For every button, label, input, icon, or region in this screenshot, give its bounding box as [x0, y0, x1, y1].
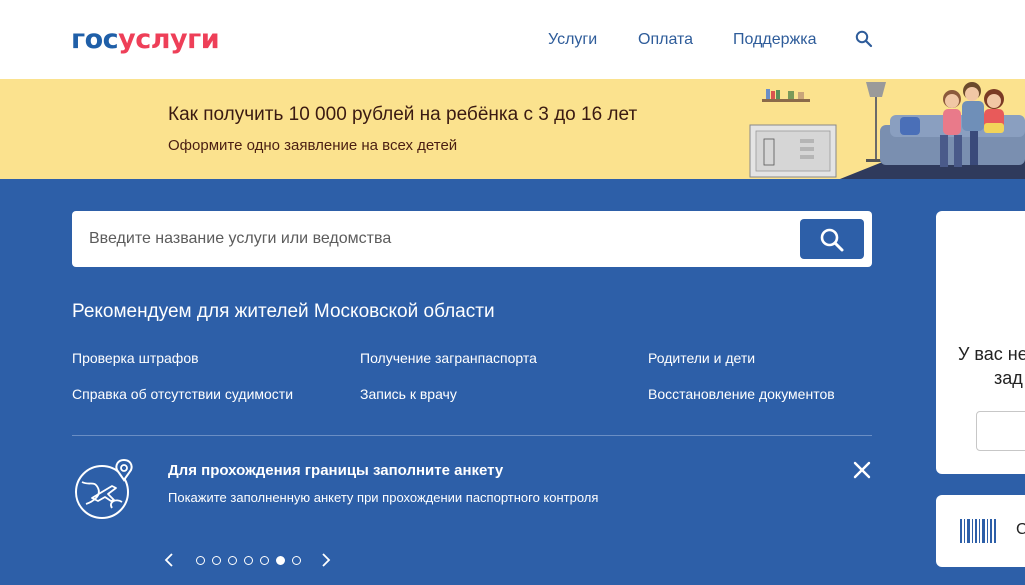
qr-card[interactable]: С [936, 495, 1025, 567]
carousel-dot[interactable] [292, 556, 301, 565]
carousel-dot[interactable] [260, 556, 269, 565]
search-icon [820, 228, 844, 252]
search-box [72, 211, 872, 267]
search-input[interactable] [72, 211, 792, 267]
chevron-left-icon[interactable] [163, 552, 175, 568]
divider [72, 435, 872, 436]
search-button[interactable] [800, 219, 864, 259]
close-icon[interactable] [853, 461, 871, 479]
notice-title: Для прохождения границы заполните анкету [168, 462, 504, 479]
notice-text: Покажите заполненную анкету при прохожде… [168, 490, 599, 505]
main-section: Рекомендуем для жителей Московской облас… [0, 179, 1025, 585]
nav-services[interactable]: Услуги [548, 30, 597, 50]
banner-title: Как получить 10 000 рублей на ребёнка с … [168, 104, 638, 125]
carousel-dot[interactable] [196, 556, 205, 565]
carousel-dot[interactable] [276, 556, 285, 565]
link-parents-children[interactable]: Родители и дети [648, 349, 755, 367]
family-on-couch-illustration [749, 82, 1025, 179]
gosuslugi-logo[interactable]: госуслуги [71, 24, 220, 56]
promo-banner[interactable]: Как получить 10 000 рублей на ребёнка с … [0, 79, 1025, 179]
nav-payment[interactable]: Оплата [638, 30, 693, 50]
nav-support[interactable]: Поддержка [733, 30, 816, 50]
banner-subtitle: Оформите одно заявление на всех детей [168, 137, 458, 154]
login-card: У вас не зад [936, 211, 1025, 474]
qr-card-text: С [1016, 521, 1025, 538]
login-card-text: У вас не [958, 344, 1025, 364]
login-card-text-2: зад [994, 368, 1023, 388]
carousel-dot[interactable] [244, 556, 253, 565]
login-card-input[interactable] [976, 411, 1025, 451]
carousel-dot[interactable] [212, 556, 221, 565]
barcode-icon [960, 519, 996, 543]
header: госуслуги Услуги Оплата Поддержка [0, 0, 1025, 79]
link-doctor-appointment[interactable]: Запись к врачу [360, 385, 457, 403]
carousel-dot[interactable] [228, 556, 237, 565]
link-document-restoration[interactable]: Восстановление документов [648, 385, 835, 403]
logo-part-gos: гос [71, 24, 119, 55]
search-icon[interactable] [855, 30, 873, 48]
recommend-title: Рекомендуем для жителей Московской облас… [72, 301, 495, 322]
logo-part-uslugi: услуги [118, 24, 220, 55]
globe-plane-icon [75, 458, 133, 519]
chevron-right-icon[interactable] [320, 552, 332, 568]
link-foreign-passport[interactable]: Получение загранпаспорта [360, 349, 537, 367]
link-fines-check[interactable]: Проверка штрафов [72, 349, 199, 367]
link-criminal-record-certificate[interactable]: Справка об отсутствии судимости [72, 385, 293, 403]
